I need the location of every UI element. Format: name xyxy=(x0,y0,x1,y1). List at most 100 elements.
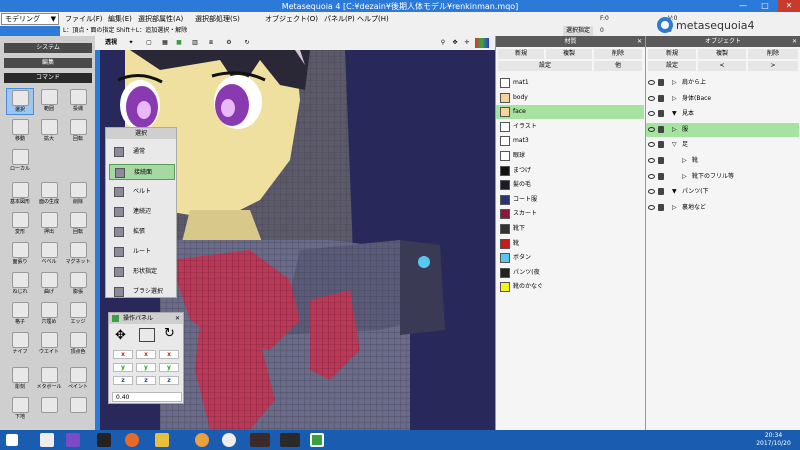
material-swatch[interactable] xyxy=(500,107,510,118)
eye-icon[interactable] xyxy=(648,80,655,85)
material-swatch[interactable] xyxy=(500,224,510,234)
eye-icon[interactable] xyxy=(648,142,655,148)
close-icon[interactable]: ✕ xyxy=(175,313,180,324)
object-item[interactable]: ▷ 肩から上 xyxy=(646,76,799,90)
tool-28[interactable]: ペイント xyxy=(64,366,92,393)
move-y[interactable]: y xyxy=(113,363,133,372)
tool-31[interactable] xyxy=(64,396,92,423)
expand-icon[interactable]: ▷ xyxy=(672,76,677,90)
vs-icon[interactable] xyxy=(66,433,80,447)
tool-16[interactable]: マグネット xyxy=(64,241,92,268)
lock-icon[interactable] xyxy=(658,157,664,164)
lock-icon[interactable] xyxy=(658,172,664,180)
material-item[interactable]: 眼球 xyxy=(496,149,644,163)
material-item[interactable]: まつげ xyxy=(496,164,644,178)
close-icon[interactable]: ✕ xyxy=(792,36,797,47)
lock-icon[interactable] xyxy=(658,188,664,196)
material-swatch[interactable] xyxy=(500,151,510,161)
rotate-view-icon[interactable]: ✛ xyxy=(461,38,473,48)
maximize-button[interactable]: □ xyxy=(754,0,776,12)
material-item[interactable]: パンツ(夜 xyxy=(496,266,644,280)
material-other-button[interactable]: 他 xyxy=(594,61,642,71)
object-item[interactable]: ▷ 靴下のフリル等 xyxy=(646,170,799,184)
selection-mode-3[interactable]: ベルト xyxy=(109,184,175,200)
tool-24[interactable]: ウエイト xyxy=(35,331,63,358)
material-swatch[interactable] xyxy=(500,267,510,278)
folder-icon[interactable] xyxy=(155,433,169,447)
tool-19[interactable]: 膨張 xyxy=(64,271,92,298)
material-item[interactable]: コート服 xyxy=(496,193,644,207)
material-item[interactable]: mat1 xyxy=(496,76,644,90)
scale-x[interactable]: x xyxy=(136,350,156,359)
tool-12[interactable]: 押出 xyxy=(35,211,63,238)
material-item[interactable]: 靴のかなぐ xyxy=(496,280,644,294)
menu-edit[interactable]: 編集(E) xyxy=(108,14,132,24)
material-swatch[interactable] xyxy=(500,136,510,147)
rotate-x[interactable]: x xyxy=(159,350,179,359)
color-icon[interactable] xyxy=(475,38,489,48)
material-item[interactable]: ボタン xyxy=(496,251,644,265)
expand-icon[interactable]: ▷ xyxy=(682,170,687,184)
lock-icon[interactable] xyxy=(658,110,664,118)
material-item[interactable]: 靴 xyxy=(496,237,644,251)
command-section[interactable]: コマンド xyxy=(4,73,92,83)
wire-icon[interactable]: ✦ xyxy=(125,38,137,48)
object-item[interactable]: ▼ パンツ(下 xyxy=(646,185,799,199)
scale-icon[interactable] xyxy=(139,328,155,342)
eye-icon[interactable] xyxy=(648,126,655,132)
rotate-z[interactable]: z xyxy=(159,376,179,385)
menu-help[interactable]: ヘルプ(H) xyxy=(357,14,389,24)
app4-icon[interactable] xyxy=(280,433,300,447)
tool-14[interactable]: 面張り xyxy=(6,241,34,268)
material-item[interactable]: body xyxy=(496,91,644,105)
material-item[interactable]: 髪の毛 xyxy=(496,178,644,192)
material-swatch[interactable] xyxy=(500,165,510,176)
metasequoia-icon[interactable] xyxy=(310,433,324,447)
system-section[interactable]: システム xyxy=(4,43,92,53)
object-delete-button[interactable]: 削除 xyxy=(748,49,798,59)
object-prev-button[interactable]: < xyxy=(698,61,746,71)
refresh-icon[interactable]: ↻ xyxy=(241,38,253,48)
expand-icon[interactable]: ▼ xyxy=(672,185,677,199)
object-next-button[interactable]: > xyxy=(748,61,798,71)
expand-icon[interactable]: ▷ xyxy=(682,154,687,168)
search-icon[interactable] xyxy=(40,433,54,447)
close-icon[interactable]: ✕ xyxy=(637,36,642,47)
move-z[interactable]: z xyxy=(113,376,133,385)
selection-mode-2[interactable]: 接続面 xyxy=(109,164,175,180)
zoom-icon[interactable]: ⚲ xyxy=(437,38,449,48)
start-icon[interactable] xyxy=(6,434,18,446)
scale-y[interactable]: y xyxy=(136,363,156,372)
material-swatch[interactable] xyxy=(500,180,510,191)
tool-5[interactable]: 拡大 xyxy=(35,118,63,145)
minimize-button[interactable]: — xyxy=(732,0,754,12)
tool-21[interactable]: 穴埋め xyxy=(35,301,63,328)
perspective-toggle[interactable]: 透視 xyxy=(103,38,119,48)
selection-mode-5[interactable]: 拡張 xyxy=(109,224,175,240)
app2-icon[interactable] xyxy=(222,433,236,447)
material-swatch[interactable] xyxy=(500,253,510,264)
expand-icon[interactable]: ▷ xyxy=(672,92,677,106)
material-swatch[interactable] xyxy=(500,194,510,205)
tool-17[interactable]: ねじれ xyxy=(6,271,34,298)
material-swatch[interactable] xyxy=(500,92,510,103)
object-new-button[interactable]: 新規 xyxy=(648,49,696,59)
tool-9[interactable]: 面の生成 xyxy=(35,181,63,208)
operation-value[interactable]: 0.40 xyxy=(112,392,182,402)
material-swatch[interactable] xyxy=(500,78,510,88)
object-settings-button[interactable]: 設定 xyxy=(648,61,696,71)
material-item[interactable]: イラスト xyxy=(496,120,644,134)
tool-13[interactable]: 回転 xyxy=(64,211,92,238)
material-swatch[interactable] xyxy=(500,238,510,249)
object-item[interactable]: ▼ 見本 xyxy=(646,107,799,121)
move-x[interactable]: x xyxy=(113,350,133,359)
app-icon[interactable] xyxy=(195,433,209,447)
scale-z[interactable]: z xyxy=(136,376,156,385)
object-item[interactable]: ▷ 靴 xyxy=(646,154,799,168)
lock-icon[interactable] xyxy=(658,203,664,211)
tool-4[interactable]: 移動 xyxy=(6,118,34,145)
material-swatch[interactable] xyxy=(500,282,510,293)
eye-icon[interactable] xyxy=(648,95,655,101)
selection-mode-6[interactable]: ルート xyxy=(109,244,175,260)
edit-section[interactable]: 編集 xyxy=(4,58,92,68)
